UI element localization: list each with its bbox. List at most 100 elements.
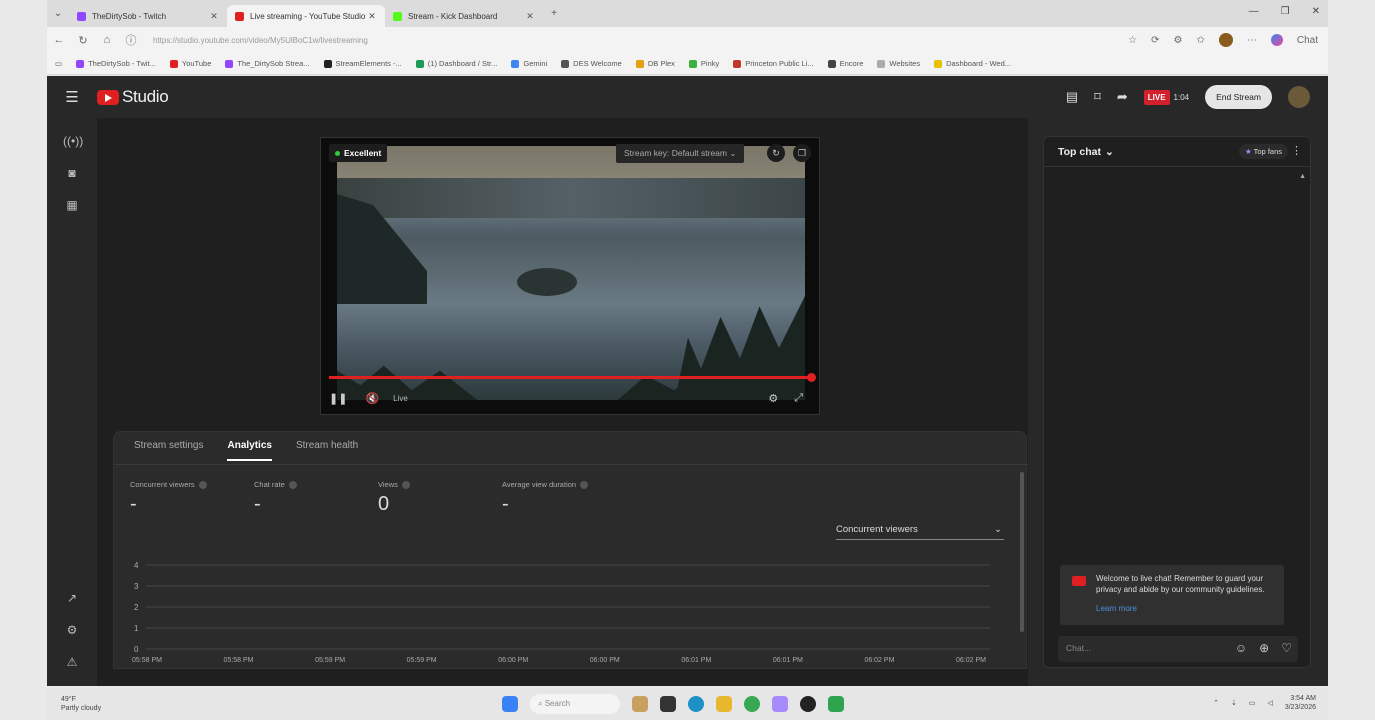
tab-stream-health[interactable]: Stream health — [296, 440, 358, 461]
bookmark-item[interactable]: Encore — [827, 59, 863, 68]
paint-icon[interactable] — [632, 696, 648, 712]
fullscreen-icon[interactable]: ⤢ — [794, 392, 803, 405]
bookmark-item[interactable]: YouTube — [169, 59, 211, 68]
copy-icon[interactable]: ❐ — [793, 144, 811, 162]
refresh-icon[interactable]: ⟳ — [1151, 35, 1159, 46]
more-vert-icon[interactable]: ⋮ — [1291, 144, 1302, 157]
stream-key-dropdown[interactable]: Stream key: Default stream ⌄ — [616, 144, 745, 163]
bookmark-item[interactable]: Pinky — [688, 59, 719, 68]
bookmark-item[interactable]: Gemini — [511, 59, 547, 68]
maximize-icon[interactable]: ❐ — [1281, 6, 1290, 17]
x-tick-label: 06:01 PM — [773, 657, 803, 664]
close-icon[interactable]: ✕ — [209, 11, 219, 22]
reload-icon[interactable]: ↻ — [71, 34, 95, 47]
progress-bar[interactable] — [329, 373, 816, 382]
extensions-icon[interactable]: ⚙ — [1174, 35, 1183, 46]
bookmark-item[interactable]: The_DirtySob Strea... — [225, 59, 310, 68]
more-icon[interactable]: ⋯ — [1247, 35, 1257, 46]
clapperboard-icon[interactable]: ▤ — [1066, 89, 1078, 105]
refresh-icon[interactable]: ↻ — [767, 144, 785, 162]
help-icon[interactable] — [198, 481, 207, 490]
exit-arrow-icon[interactable]: ↗ — [63, 591, 81, 609]
pause-icon[interactable]: ❚❚ — [329, 392, 347, 405]
broadcast-icon[interactable]: ((•)) — [63, 134, 83, 152]
share-icon[interactable]: ➦ — [1117, 89, 1128, 105]
avatar[interactable] — [1288, 86, 1310, 108]
progress-knob[interactable] — [807, 373, 816, 382]
tab-analytics[interactable]: Analytics — [227, 440, 272, 461]
scroll-up-icon[interactable]: ▲ — [1299, 173, 1306, 180]
bookmark-item[interactable]: DES Welcome — [561, 59, 622, 68]
calendar-icon[interactable]: ▦ — [63, 198, 81, 216]
taskbar-search[interactable]: ⌕ Search — [530, 694, 620, 714]
tablet-icon[interactable]: ▭ — [55, 59, 62, 68]
heart-icon[interactable]: ♡ — [1281, 641, 1292, 655]
chat-mode-dropdown[interactable]: Top chat — [1058, 146, 1101, 158]
task-view-icon[interactable] — [660, 696, 676, 712]
studio-logo[interactable]: Studio — [97, 87, 169, 107]
add-circle-icon[interactable]: ⊕ — [1259, 641, 1269, 655]
back-arrow-icon[interactable]: ← — [47, 34, 71, 46]
twitch-favicon-icon — [77, 11, 86, 21]
browser-tab-twitch[interactable]: TheDirtySob - Twitch ✕ — [69, 5, 227, 27]
browser-tab-youtube-studio[interactable]: Live streaming - YouTube Studio ✕ — [227, 5, 385, 27]
chevron-up-icon[interactable]: ⌃ — [1213, 699, 1219, 707]
chat-label[interactable]: Chat — [1297, 35, 1318, 46]
help-icon[interactable] — [288, 481, 297, 490]
chrome-icon[interactable] — [744, 696, 760, 712]
url-field[interactable]: https://studio.youtube.com/video/My5UlBo… — [153, 36, 1128, 45]
bookmark-item[interactable]: Princeton Public Li... — [733, 59, 814, 68]
bookmark-item[interactable]: StreamElements -... — [323, 59, 402, 68]
tab-stream-settings[interactable]: Stream settings — [134, 440, 203, 461]
video-preview[interactable]: Excellent Stream key: Default stream ⌄ ↻… — [320, 137, 820, 415]
clock[interactable]: 3:54 AM 3/23/2026 — [1285, 694, 1316, 712]
help-icon[interactable] — [580, 481, 589, 490]
top-fans-button[interactable]: ★ Top fans — [1238, 144, 1288, 159]
scrollbar[interactable] — [1020, 472, 1024, 632]
favorite-star-icon[interactable]: ☆ — [1128, 35, 1137, 46]
file-explorer-icon[interactable] — [716, 696, 732, 712]
bookmark-item[interactable]: DB Plex — [635, 59, 675, 68]
volume-icon[interactable]: ◁ — [1267, 699, 1272, 707]
bookmark-item[interactable]: TheDirtySob - Twit... — [76, 59, 156, 68]
settings-gear-icon[interactable]: ⚙ — [63, 623, 81, 641]
feedback-icon[interactable]: ⚠ — [63, 655, 81, 673]
help-icon[interactable] — [401, 481, 410, 490]
home-icon[interactable]: ⌂ — [95, 34, 119, 46]
profile-avatar[interactable] — [1218, 33, 1233, 47]
network-icon[interactable]: ▭ — [1249, 699, 1256, 707]
weather-widget[interactable]: 49°F Partly cloudy — [61, 695, 101, 713]
browser-tab-kick[interactable]: Stream - Kick Dashboard ✕ — [385, 5, 543, 27]
obs-icon[interactable] — [800, 696, 816, 712]
close-window-icon[interactable]: ✕ — [1312, 6, 1320, 17]
edge-browser-icon[interactable] — [688, 696, 704, 712]
camera-icon[interactable]: ◙ — [63, 166, 81, 184]
end-stream-button[interactable]: End Stream — [1205, 85, 1272, 109]
bookmark-item[interactable]: Websites — [877, 59, 920, 68]
app-icon[interactable] — [828, 696, 844, 712]
site-info-icon[interactable]: ⓘ — [119, 32, 143, 48]
copilot-icon[interactable] — [1270, 34, 1283, 46]
tab-list-chevron-icon[interactable]: ⌄ — [47, 8, 69, 19]
metric-selector-dropdown[interactable]: Concurrent viewers ⌄ — [836, 524, 1004, 540]
y-tick-label: 0 — [134, 645, 139, 654]
new-tab-plus-icon[interactable]: + — [543, 8, 565, 19]
emoji-icon[interactable]: ☺ — [1235, 641, 1247, 655]
minimize-icon[interactable]: — — [1249, 6, 1259, 17]
start-windows-icon[interactable] — [502, 696, 518, 712]
metric-label: Concurrent viewers — [130, 480, 195, 489]
close-icon[interactable]: ✕ — [525, 11, 535, 22]
bookmark-item[interactable]: (1) Dashboard / Str... — [415, 59, 497, 68]
bookmark-item[interactable]: Dashboard - Wed... — [934, 59, 1011, 68]
usb-icon[interactable]: ⇣ — [1231, 699, 1237, 707]
menu-icon[interactable]: ☰ — [47, 88, 97, 106]
mute-icon[interactable]: 🔇 — [365, 392, 379, 405]
settings-gear-icon[interactable]: ⚙ — [768, 392, 778, 405]
bookmark-icon[interactable]: ⌑ — [1094, 89, 1101, 105]
close-icon[interactable]: ✕ — [367, 11, 377, 22]
favorites-icon[interactable]: ✩ — [1196, 35, 1204, 46]
copilot-icon[interactable] — [772, 696, 788, 712]
bookmark-label: TheDirtySob - Twit... — [88, 59, 156, 68]
chevron-down-icon[interactable]: ⌄ — [1105, 146, 1114, 158]
learn-more-link[interactable]: Learn more — [1096, 603, 1276, 614]
